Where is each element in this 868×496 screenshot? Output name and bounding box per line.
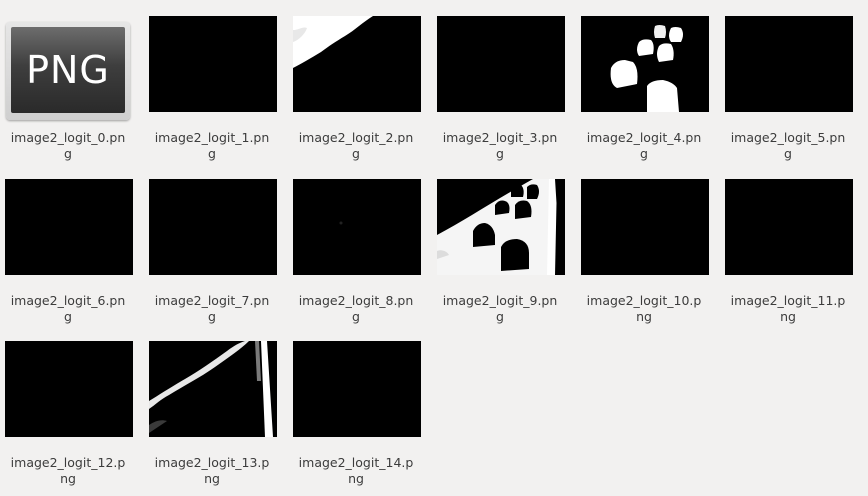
file-item[interactable]: image2_logit_8.pn g bbox=[288, 163, 432, 325]
image-thumbnail bbox=[149, 341, 277, 437]
png-file-icon: PNG bbox=[6, 22, 130, 120]
file-item[interactable]: image2_logit_9.pn g bbox=[432, 163, 576, 325]
file-item[interactable]: image2_logit_3.pn g bbox=[432, 0, 576, 162]
file-name: image2_logit_1.pn g bbox=[154, 130, 270, 161]
file-item[interactable]: image2_logit_12.p ng bbox=[0, 325, 144, 487]
image-thumbnail bbox=[725, 179, 853, 275]
file-item[interactable]: PNG image2_logit_0.pn g bbox=[0, 0, 144, 162]
file-name: image2_logit_5.pn g bbox=[730, 130, 846, 161]
file-item[interactable]: image2_logit_11.p ng bbox=[720, 163, 864, 325]
file-item[interactable]: image2_logit_13.p ng bbox=[144, 325, 288, 487]
file-item[interactable]: image2_logit_4.pn g bbox=[576, 0, 720, 162]
file-grid: PNG image2_logit_0.pn g image2_logit_1.pn… bbox=[0, 0, 868, 496]
file-name: image2_logit_3.pn g bbox=[442, 130, 558, 161]
file-name: image2_logit_0.pn g bbox=[10, 130, 126, 161]
file-name: image2_logit_12.p ng bbox=[10, 455, 126, 486]
file-name: image2_logit_14.p ng bbox=[298, 455, 414, 486]
file-name: image2_logit_4.pn g bbox=[586, 130, 702, 161]
file-item[interactable]: image2_logit_5.pn g bbox=[720, 0, 864, 162]
file-item[interactable]: image2_logit_2.pn g bbox=[288, 0, 432, 162]
image-thumbnail bbox=[5, 341, 133, 437]
image-thumbnail bbox=[581, 16, 709, 112]
image-thumbnail bbox=[5, 179, 133, 275]
image-thumbnail bbox=[581, 179, 709, 275]
file-name: image2_logit_11.p ng bbox=[730, 293, 846, 324]
image-thumbnail bbox=[293, 341, 421, 437]
file-name: image2_logit_10.p ng bbox=[586, 293, 702, 324]
image-thumbnail bbox=[149, 16, 277, 112]
image-thumbnail bbox=[437, 16, 565, 112]
file-name: image2_logit_9.pn g bbox=[442, 293, 558, 324]
file-name: image2_logit_7.pn g bbox=[154, 293, 270, 324]
file-name: image2_logit_2.pn g bbox=[298, 130, 414, 161]
file-name: image2_logit_13.p ng bbox=[154, 455, 270, 486]
image-thumbnail bbox=[149, 179, 277, 275]
image-thumbnail bbox=[725, 16, 853, 112]
file-item[interactable]: image2_logit_1.pn g bbox=[144, 0, 288, 162]
image-thumbnail bbox=[437, 179, 565, 275]
file-item[interactable]: image2_logit_10.p ng bbox=[576, 163, 720, 325]
image-thumbnail bbox=[293, 179, 421, 275]
file-item[interactable]: image2_logit_7.pn g bbox=[144, 163, 288, 325]
image-thumbnail bbox=[293, 16, 421, 112]
file-name: image2_logit_6.pn g bbox=[10, 293, 126, 324]
file-name: image2_logit_8.pn g bbox=[298, 293, 414, 324]
file-item[interactable]: image2_logit_6.pn g bbox=[0, 163, 144, 325]
file-item[interactable]: image2_logit_14.p ng bbox=[288, 325, 432, 487]
